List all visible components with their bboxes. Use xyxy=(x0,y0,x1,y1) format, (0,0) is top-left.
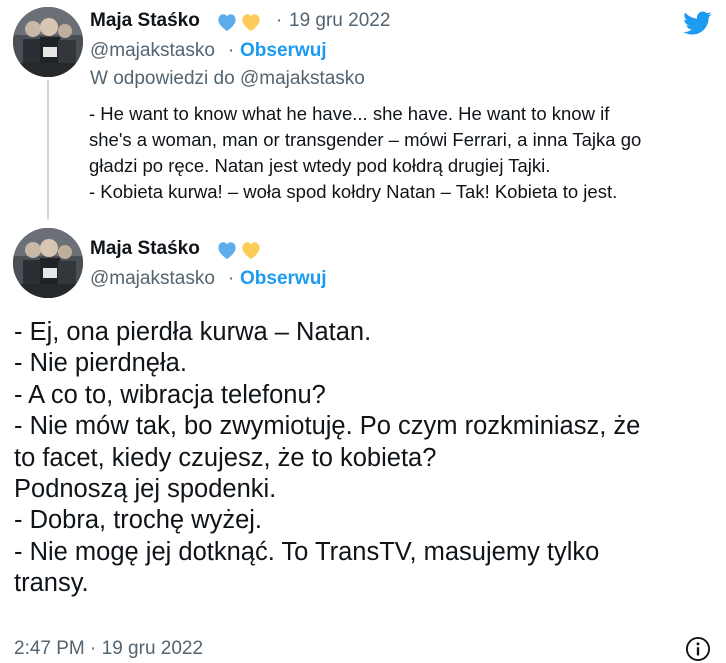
tweet-text: - He want to know what he have... she ha… xyxy=(89,101,719,205)
separator-dot: · xyxy=(228,268,235,289)
follow-button[interactable]: Obserwuj xyxy=(240,268,327,290)
blue-heart-icon xyxy=(218,14,236,32)
tweet-text-line: to facet, kiedy czujesz, że to kobieta? xyxy=(14,443,437,472)
separator-dot: · xyxy=(276,10,283,31)
info-icon[interactable] xyxy=(684,635,712,663)
thread-line xyxy=(47,80,49,220)
follow-button[interactable]: Obserwuj xyxy=(240,40,327,62)
author-handle[interactable]: @majakstasko xyxy=(90,268,215,290)
author-handle[interactable]: @majakstasko xyxy=(90,40,215,62)
tweet-text-line: she's a woman, man or transgender – mówi… xyxy=(89,129,642,150)
tweet-text-line: Podnoszą jej spodenki. xyxy=(14,475,277,504)
avatar[interactable] xyxy=(13,228,83,298)
avatar-photo xyxy=(13,228,83,298)
tweet-text-line: gładzi po ręce. Natan jest wtedy pod koł… xyxy=(89,155,551,176)
blue-heart-icon xyxy=(218,242,236,260)
author-name[interactable]: Maja Staśko xyxy=(90,10,200,32)
author-name[interactable]: Maja Staśko xyxy=(90,238,200,260)
tweet-text: - Ej, ona pierdła kurwa – Natan. - Nie p… xyxy=(14,317,714,600)
yellow-heart-icon xyxy=(242,242,260,260)
twitter-bird-icon[interactable] xyxy=(680,8,714,38)
author-emoji-hearts xyxy=(216,240,262,260)
tweet-text-line: - He want to know what he have... she ha… xyxy=(89,103,610,124)
tweet-text-line: - Nie mogę jej dotknąć. To TransTV, masu… xyxy=(14,537,600,566)
tweet-timestamp[interactable]: 2:47 PM · 19 gru 2022 xyxy=(14,638,203,660)
avatar[interactable] xyxy=(13,7,83,77)
tweet-text-line: - Nie mów tak, bo zwymiotuję. Po czym ro… xyxy=(14,412,641,441)
yellow-heart-icon xyxy=(242,14,260,32)
tweet-text-line: - Dobra, trochę wyżej. xyxy=(14,506,263,535)
avatar-photo xyxy=(13,7,83,77)
tweet-text-line: - Nie pierdnęła. xyxy=(14,349,187,378)
tweet-date[interactable]: 19 gru 2022 xyxy=(289,10,390,32)
tweet-text-line: - A co to, wibracja telefonu? xyxy=(14,380,326,409)
tweet-text-line: - Ej, ona pierdła kurwa – Natan. xyxy=(14,318,372,346)
separator-dot: · xyxy=(228,40,235,61)
author-emoji-hearts xyxy=(216,12,262,32)
tweet-text-line: transy. xyxy=(14,569,89,598)
tweet-text-line: - Kobieta kurwa! – woła spod kołdry Nata… xyxy=(89,181,618,202)
reply-to-label[interactable]: W odpowiedzi do @majakstasko xyxy=(90,68,365,90)
